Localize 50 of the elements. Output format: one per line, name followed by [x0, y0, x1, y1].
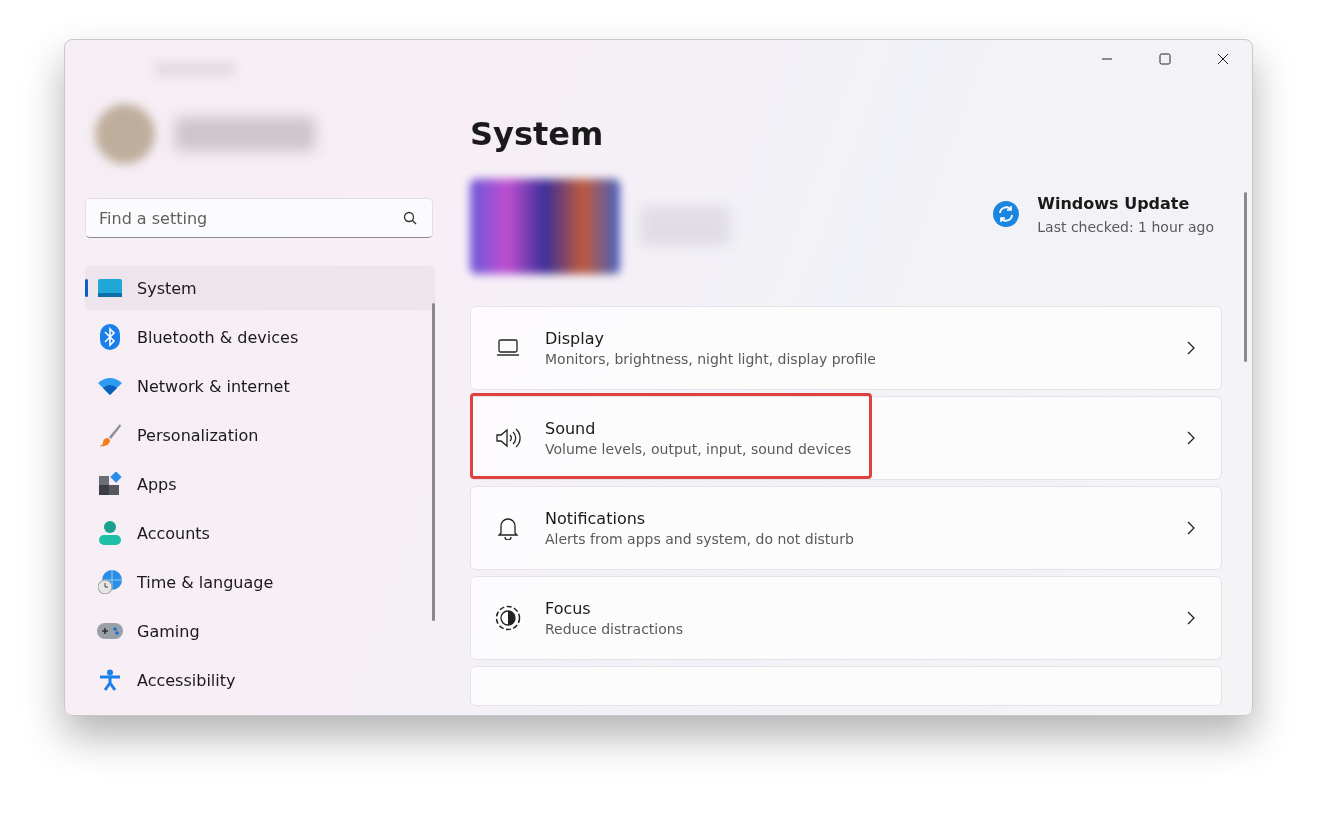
accessibility-icon [99, 669, 121, 691]
nav-item[interactable]: Apps [85, 462, 435, 506]
card-title: Sound [545, 419, 597, 438]
bluetooth-icon [100, 324, 120, 350]
settings-card[interactable]: Notifications Alerts from apps and system, do not disturb [470, 486, 1222, 570]
focus-icon [495, 605, 521, 631]
chevron-right-icon [1187, 611, 1195, 625]
card-title: Focus [545, 599, 592, 618]
avatar-placeholder [95, 104, 155, 164]
close-icon [1217, 53, 1229, 65]
card-description: Reduce distractions [545, 621, 684, 637]
nav-item[interactable]: Accessibility [85, 658, 435, 702]
scrollbar[interactable] [1244, 192, 1247, 362]
chevron-right-icon [1187, 521, 1195, 535]
settings-card[interactable]: Display Monitors, brightness, night light, display profile [470, 306, 1222, 390]
wifi-icon [98, 377, 122, 395]
paintbrush-icon [98, 423, 122, 447]
settings-card[interactable]: Sound Volume levels, output, input, sound devices [470, 396, 1222, 480]
scrollbar[interactable] [432, 303, 435, 621]
card-description: Monitors, brightness, night light, display profile [545, 351, 877, 367]
card-title: Notifications [545, 509, 647, 528]
search-field[interactable]: Find a setting [85, 198, 433, 238]
laptop-icon [496, 339, 520, 357]
nav-item[interactable]: Network & internet [85, 364, 435, 408]
nav-item[interactable]: System [85, 266, 435, 310]
nav-item[interactable]: Personalization [85, 413, 435, 457]
monitor-icon [98, 279, 122, 297]
chevron-right-icon [1187, 431, 1195, 445]
bell-icon [497, 516, 519, 540]
update-title[interactable]: Windows Update [1037, 193, 1214, 213]
sync-icon [993, 201, 1020, 227]
nav-item[interactable]: Accounts [85, 511, 435, 555]
chevron-right-icon [1187, 341, 1195, 355]
globe-clock-icon [98, 570, 122, 594]
settings-card[interactable] [470, 666, 1222, 706]
maximize-icon [1159, 53, 1171, 65]
card-description: Alerts from apps and system, do not disturb [545, 531, 855, 547]
nav-item[interactable]: Gaming [85, 609, 435, 653]
nav-item[interactable]: Bluetooth & devices [85, 315, 435, 359]
page-title: System [470, 114, 605, 154]
card-title: Display [545, 329, 605, 348]
nav-item[interactable]: Time & language [85, 560, 435, 604]
apps-icon [98, 472, 122, 496]
update-status: Last checked: 1 hour ago [1037, 218, 1214, 235]
speaker-icon [495, 427, 521, 449]
card-description: Volume levels, output, input, sound devices [545, 441, 853, 457]
search-icon [403, 211, 417, 225]
settings-card[interactable]: Focus Reduce distractions [470, 576, 1222, 660]
person-icon [99, 521, 121, 545]
gamepad-icon [97, 622, 123, 640]
